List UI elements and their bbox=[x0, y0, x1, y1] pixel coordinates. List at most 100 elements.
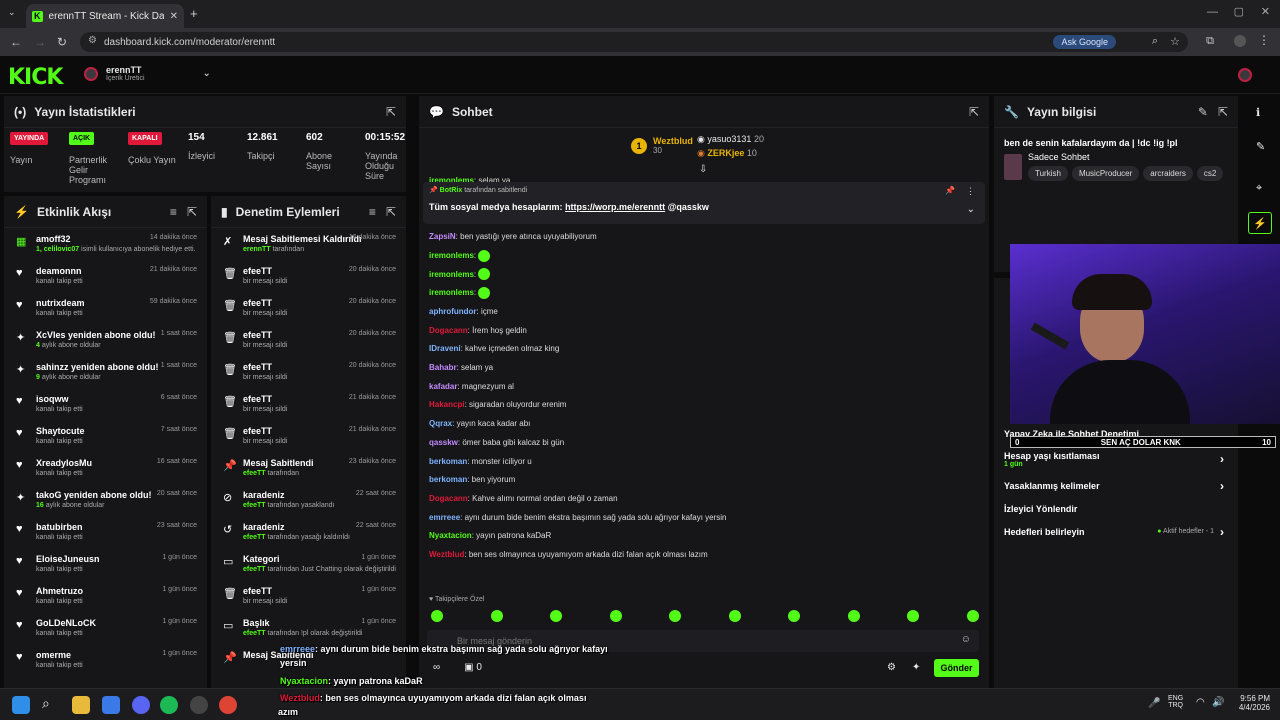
chat-message[interactable]: berkoman: ben yiyorum bbox=[419, 471, 989, 490]
chat-username[interactable]: iremonlems bbox=[429, 288, 474, 297]
start-icon[interactable] bbox=[12, 696, 30, 714]
info-icon[interactable]: ℹ bbox=[1256, 106, 1260, 119]
expand-chevron-icon[interactable]: ⌄ bbox=[967, 204, 975, 215]
browser-tab[interactable]: K erennTT Stream - Kick Dashbo… ✕ bbox=[26, 4, 184, 28]
chat-username[interactable]: Dogacann bbox=[429, 326, 468, 335]
mod-tools-icon[interactable]: ✦ bbox=[912, 662, 920, 673]
emote-icon[interactable] bbox=[609, 610, 622, 622]
chat-message[interactable]: iremonlems: bbox=[419, 266, 989, 285]
file-explorer-icon[interactable] bbox=[72, 696, 90, 714]
chat-message[interactable]: emrreee: aynı durum bide benim ekstra ba… bbox=[419, 509, 989, 528]
forward-icon[interactable]: → bbox=[34, 35, 46, 49]
quick-actions-icon[interactable]: ⚡ bbox=[1248, 212, 1272, 234]
reload-icon[interactable]: ↻ bbox=[57, 35, 67, 49]
activity-item[interactable]: ✦ takoG yeniden abone oldu! 16 aylık abone… bbox=[4, 488, 207, 520]
ask-google-button[interactable]: Ask Google bbox=[1053, 35, 1116, 49]
popout-icon[interactable]: ⇱ bbox=[1218, 105, 1228, 119]
edit-icon[interactable]: ✎ bbox=[1198, 105, 1208, 119]
chat-message[interactable]: berkoman: monster iciliyor u bbox=[419, 453, 989, 472]
activity-item[interactable]: ♥ batubirben kanalı takip etti 23 saat önce bbox=[4, 520, 207, 552]
chat-username[interactable]: berkoman bbox=[429, 457, 467, 466]
url-field[interactable]: ⚙ dashboard.kick.com/moderator/erenntt A… bbox=[80, 32, 1188, 52]
search-icon[interactable]: ⌕ bbox=[42, 695, 50, 712]
profile-avatar[interactable] bbox=[1234, 35, 1246, 47]
chat-message[interactable]: ZapsiN: ben yastığı yere atınca uyuyabil… bbox=[419, 228, 989, 247]
bookmark-star-icon[interactable]: ☆ bbox=[1170, 35, 1180, 48]
activity-item[interactable]: ♥ deamonnn kanalı takip etti 21 dakika önce bbox=[4, 264, 207, 296]
more-icon[interactable]: ⋮ bbox=[966, 186, 975, 197]
chat-username[interactable]: Dogacann bbox=[429, 494, 468, 503]
chrome-icon[interactable] bbox=[219, 696, 237, 714]
chat-username[interactable]: qasskw bbox=[429, 438, 458, 447]
site-info-icon[interactable]: ⚙ bbox=[88, 35, 97, 46]
chat-message[interactable]: Dogacann: İrem hoş geldin bbox=[419, 322, 989, 341]
tab-list-icon[interactable]: ⌄ bbox=[8, 7, 16, 18]
popout-icon[interactable]: ⇱ bbox=[187, 205, 197, 219]
chat-message[interactable]: aphrofundor: içme bbox=[419, 303, 989, 322]
unpin-icon[interactable]: 📌 bbox=[945, 186, 955, 195]
emote-icon[interactable] bbox=[550, 610, 563, 622]
wifi-icon[interactable]: ◠ bbox=[1196, 697, 1205, 708]
activity-item[interactable]: ♥ omerme kanalı takip etti 1 gün önce bbox=[4, 648, 207, 680]
activity-item[interactable]: ✦ sahinzz yeniden abone oldu! 9 aylık abon… bbox=[4, 360, 207, 392]
activity-item[interactable]: ♥ XreadylosMu kanalı takip etti 16 saat önc… bbox=[4, 456, 207, 488]
chat-username[interactable]: emrreee bbox=[429, 513, 460, 522]
chat-message[interactable]: Bahabr: selam ya bbox=[419, 359, 989, 378]
chat-username[interactable]: kafadar bbox=[429, 382, 457, 391]
store-icon[interactable] bbox=[102, 696, 120, 714]
kicks-icon[interactable]: ▣ 0 bbox=[464, 662, 482, 673]
viewer-redirect-setting[interactable]: İzleyici Yönlendir bbox=[994, 497, 1238, 520]
activity-item[interactable]: ♥ Ahmetruzo kanalı takip etti 1 gün önce bbox=[4, 584, 207, 616]
clock[interactable]: 9:56 PM 4/4/2026 bbox=[1232, 694, 1270, 712]
close-tab-icon[interactable]: ✕ bbox=[170, 11, 178, 22]
goals-setting[interactable]: Hedefleri belirleyin ● Aktif hedefler - … bbox=[994, 520, 1238, 543]
filter-icon[interactable]: ≡ bbox=[369, 205, 376, 219]
top-gifter-1[interactable]: 1 Weztblud 30 bbox=[631, 136, 693, 155]
filter-icon[interactable]: ≡ bbox=[170, 205, 177, 219]
maximize-icon[interactable]: ▢ bbox=[1234, 5, 1244, 18]
send-button[interactable]: Gönder bbox=[934, 659, 979, 677]
moderation-item[interactable]: 📌 Mesaj Sabitlendi efeeTT tarafından 23 dak… bbox=[211, 456, 406, 488]
moderation-item[interactable]: ↺ karadeniz efeeTT tarafından yasağı kaldı… bbox=[211, 520, 406, 552]
activity-item[interactable]: ✦ XcVles yeniden abone oldu! 4 aylık abone… bbox=[4, 328, 207, 360]
close-window-icon[interactable]: ✕ bbox=[1261, 5, 1270, 18]
activity-item[interactable]: ♥ nutrixdeam kanalı takip etti 59 dakika ön… bbox=[4, 296, 207, 328]
top-gifter-3[interactable]: ◉ ZERKjee 10 bbox=[697, 148, 757, 159]
chat-username[interactable]: Hakancpi bbox=[429, 400, 465, 409]
tag-chip[interactable]: Turkish bbox=[1028, 166, 1068, 181]
pinned-message[interactable]: 📌 BotRix tarafından sabitlendi Tüm sosya… bbox=[423, 182, 985, 224]
chat-message[interactable]: Hakancpi: sigaradan oluyordur erenim bbox=[419, 396, 989, 415]
moderation-item[interactable]: ⊘ karadeniz efeeTT tarafından yasaklandı 22… bbox=[211, 488, 406, 520]
kick-logo[interactable]: KICK bbox=[8, 65, 63, 90]
chat-message[interactable]: kafadar: magnezyum al bbox=[419, 378, 989, 397]
chat-message[interactable]: iremonlems: bbox=[419, 284, 989, 303]
chat-username[interactable]: Nyaxtacion bbox=[429, 531, 472, 540]
extensions-icon[interactable]: ⧉ bbox=[1206, 35, 1214, 48]
mic-icon[interactable]: 🎤 bbox=[1148, 698, 1160, 709]
banned-words-setting[interactable]: Yasaklanmış kelimeler › bbox=[994, 474, 1238, 497]
emote-icon[interactable] bbox=[907, 610, 920, 622]
moderation-item[interactable]: 🗑 efeeTT bir mesajı sildi 21 dakika önce bbox=[211, 424, 406, 456]
emote-icon[interactable] bbox=[966, 610, 979, 622]
settings-gear-icon[interactable]: ⚙ bbox=[887, 662, 896, 673]
moderation-item[interactable]: 🗑 efeeTT bir mesajı sildi 20 dakika önce bbox=[211, 328, 406, 360]
chat-message[interactable]: Weztblud: ben ses olmayınca uyuyamıyom a… bbox=[419, 546, 989, 565]
moderation-item[interactable]: 🗑 efeeTT bir mesajı sildi 21 dakika önce bbox=[211, 392, 406, 424]
popout-icon[interactable]: ⇱ bbox=[386, 105, 396, 119]
moderation-item[interactable]: 🗑 efeeTT bir mesajı sildi 20 dakika önce bbox=[211, 360, 406, 392]
tag-chip[interactable]: MusicProducer bbox=[1071, 166, 1140, 181]
zoom-icon[interactable]: ⌕ bbox=[1152, 35, 1158, 48]
chat-message[interactable]: Qqrax: yayın kaca kadar abı bbox=[419, 415, 989, 434]
focus-icon[interactable]: ⌖ bbox=[1256, 182, 1262, 195]
chat-username[interactable]: Qqrax bbox=[429, 419, 452, 428]
moderation-item[interactable]: 🗑 efeeTT bir mesajı sildi 20 dakika önce bbox=[211, 296, 406, 328]
browser-menu-icon[interactable]: ⋮ bbox=[1258, 33, 1270, 47]
discord-icon[interactable] bbox=[132, 696, 150, 714]
volume-icon[interactable]: 🔊 bbox=[1212, 697, 1224, 708]
chat-username[interactable]: berkoman bbox=[429, 475, 467, 484]
back-icon[interactable]: ← bbox=[10, 35, 22, 49]
tag-chip[interactable]: cs2 bbox=[1196, 166, 1224, 181]
activity-item[interactable]: ♥ GoLDeNLoCK kanalı takip etti 1 gün önce bbox=[4, 616, 207, 648]
popout-icon[interactable]: ⇱ bbox=[386, 205, 396, 219]
chat-message[interactable]: iremonlems: bbox=[419, 247, 989, 266]
